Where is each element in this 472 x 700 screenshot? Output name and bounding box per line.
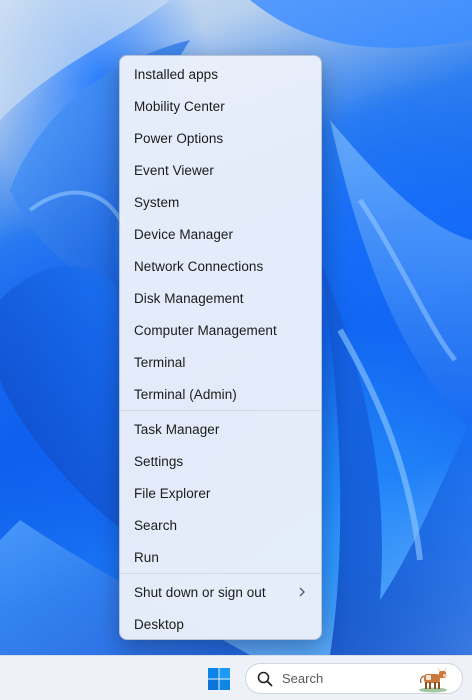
menu-item-label: Desktop [134, 616, 184, 632]
taskbar-search-box[interactable]: Search [245, 663, 463, 694]
menu-item-label: Event Viewer [134, 162, 214, 178]
menu-item-run[interactable]: Run [120, 541, 321, 573]
menu-item-label: Task Manager [134, 421, 220, 437]
menu-item-system[interactable]: System [120, 186, 321, 218]
search-icon [257, 671, 273, 687]
menu-item-desktop[interactable]: Desktop [120, 608, 321, 640]
menu-item-label: Network Connections [134, 258, 264, 274]
menu-item-label: Mobility Center [134, 98, 225, 114]
menu-item-label: Shut down or sign out [134, 584, 266, 600]
menu-item-label: Disk Management [134, 290, 244, 306]
menu-item-label: System [134, 194, 180, 210]
menu-item-label: Search [134, 517, 178, 533]
windows-logo-icon [208, 668, 230, 690]
menu-item-computer-management[interactable]: Computer Management [120, 314, 321, 346]
menu-item-file-explorer[interactable]: File Explorer [120, 477, 321, 509]
menu-item-network-connections[interactable]: Network Connections [120, 250, 321, 282]
menu-item-label: File Explorer [134, 485, 211, 501]
menu-item-shut-down-or-sign-out[interactable]: Shut down or sign out [120, 576, 321, 608]
search-placeholder: Search [282, 671, 324, 686]
menu-item-label: Settings [134, 453, 184, 469]
menu-item-search[interactable]: Search [120, 509, 321, 541]
taskbar: Search [0, 655, 472, 700]
menu-item-label: Computer Management [134, 322, 277, 338]
menu-item-terminal-admin[interactable]: Terminal (Admin) [120, 378, 321, 410]
search-highlight-cow-icon [419, 667, 447, 693]
menu-item-mobility-center[interactable]: Mobility Center [120, 90, 321, 122]
menu-separator [120, 410, 321, 411]
menu-item-label: Device Manager [134, 226, 233, 242]
menu-item-label: Power Options [134, 130, 224, 146]
quick-link-menu: Installed apps Mobility Center Power Opt… [119, 55, 322, 640]
start-button[interactable] [205, 665, 233, 693]
menu-item-power-options[interactable]: Power Options [120, 122, 321, 154]
menu-item-label: Installed apps [134, 66, 219, 82]
menu-item-task-manager[interactable]: Task Manager [120, 413, 321, 445]
menu-item-event-viewer[interactable]: Event Viewer [120, 154, 321, 186]
menu-item-settings[interactable]: Settings [120, 445, 321, 477]
menu-separator [120, 573, 321, 574]
menu-item-label: Terminal (Admin) [134, 386, 237, 402]
menu-item-device-manager[interactable]: Device Manager [120, 218, 321, 250]
chevron-right-icon [299, 587, 305, 597]
menu-item-installed-apps[interactable]: Installed apps [120, 58, 321, 90]
menu-item-terminal[interactable]: Terminal [120, 346, 321, 378]
menu-item-label: Terminal [134, 354, 186, 370]
menu-item-label: Run [134, 549, 159, 565]
menu-item-disk-management[interactable]: Disk Management [120, 282, 321, 314]
